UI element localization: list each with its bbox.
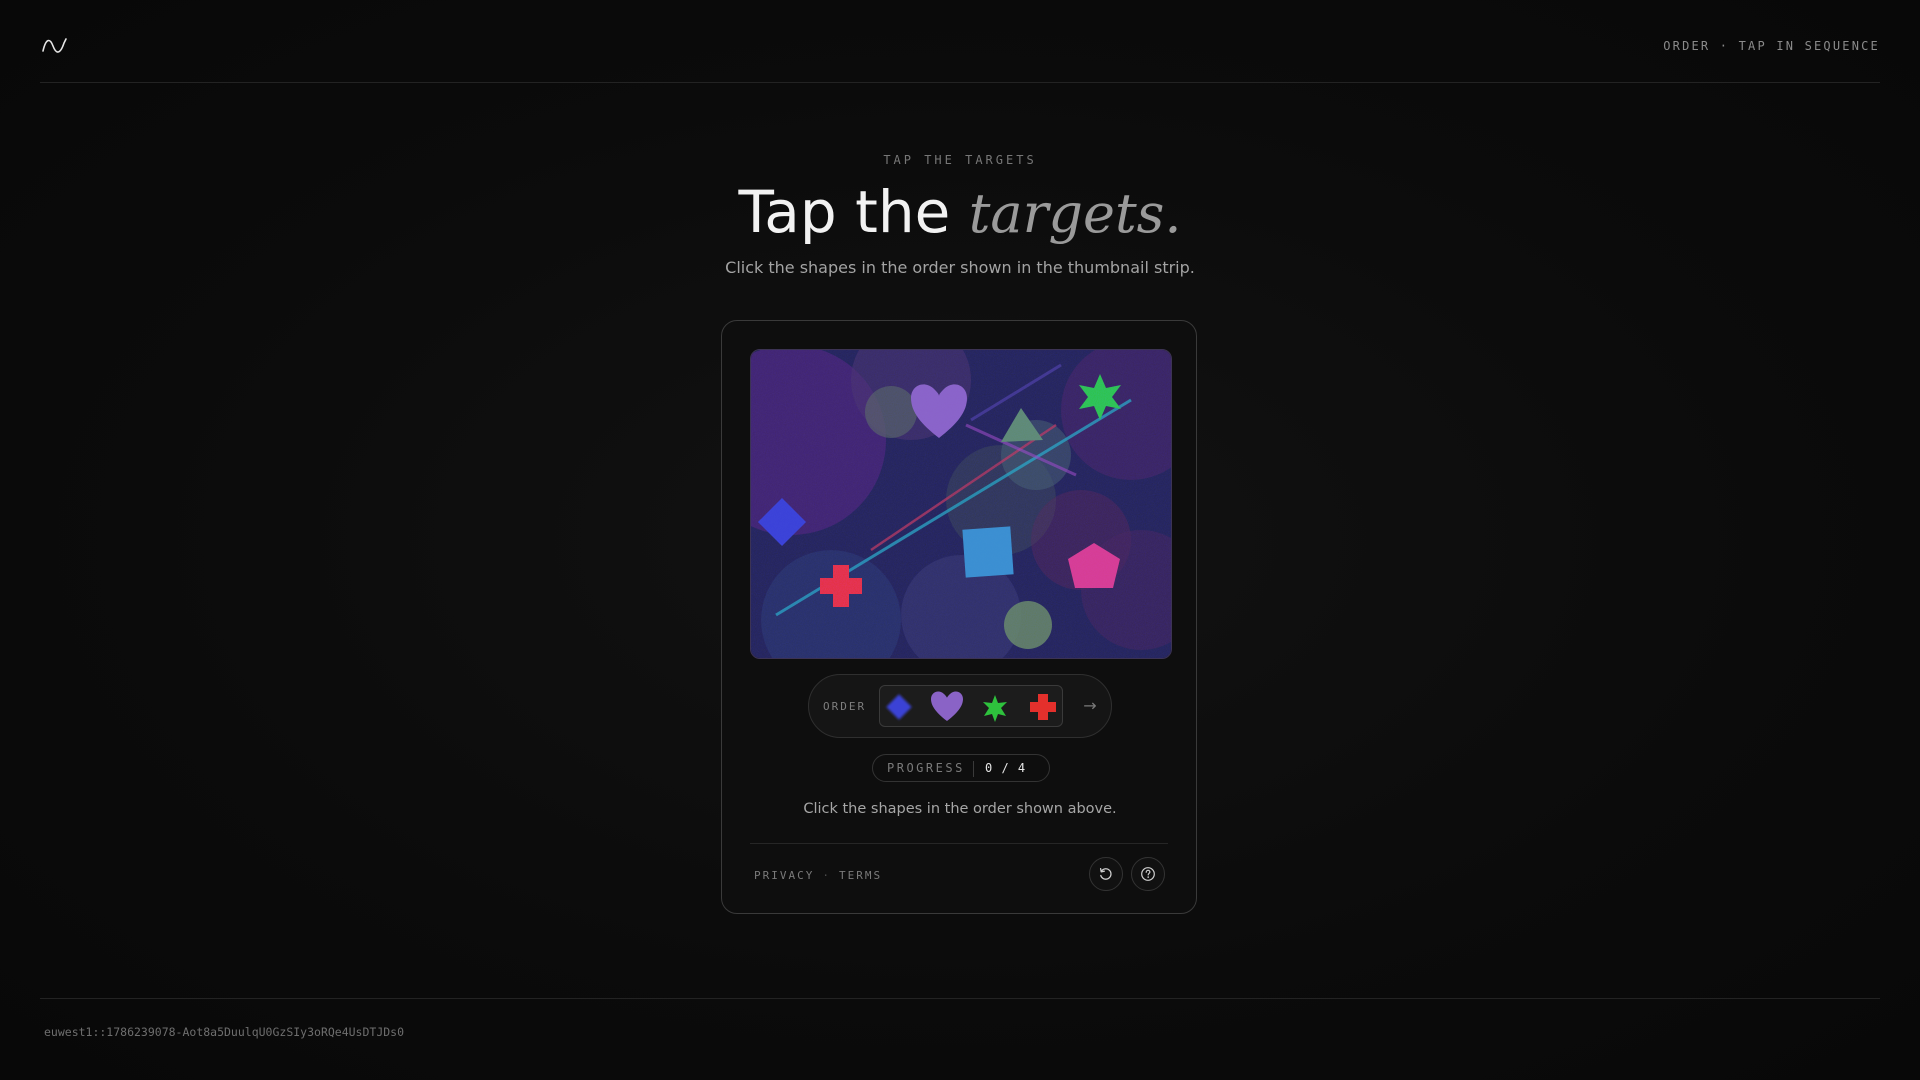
refresh-icon — [1099, 867, 1112, 880]
progress-label: PROGRESS — [887, 761, 965, 775]
mode-label: ORDER · TAP IN SEQUENCE — [1663, 39, 1880, 53]
page-title: Tap the targets. — [0, 176, 1920, 250]
refresh-button[interactable] — [1089, 857, 1123, 891]
footer-links: PRIVACY · TERMS — [754, 869, 882, 882]
order-label: ORDER — [823, 700, 867, 713]
thumbnail-strip — [879, 685, 1063, 727]
help-button[interactable] — [1131, 857, 1165, 891]
title-emphasis: targets. — [968, 182, 1182, 245]
page-subtitle: Click the shapes in the order shown in t… — [725, 258, 1195, 277]
order-bar: ORDER → — [808, 674, 1112, 738]
challenge-card: ORDER → PROGRESS 0 / 4 Click the shapes … — [721, 320, 1197, 914]
link-separator: · — [822, 869, 831, 882]
wave-logo-icon — [42, 38, 67, 53]
session-id: euwest1::1786239078-Aot8a5DuulqU0GzSIy3o… — [44, 1025, 405, 1039]
shape-scene[interactable] — [751, 350, 1171, 658]
target-cyan-square[interactable] — [962, 526, 1014, 578]
progress-indicator: PROGRESS 0 / 4 — [872, 754, 1050, 782]
eyebrow-label: TAP THE TARGETS — [883, 153, 1037, 167]
terms-link[interactable]: TERMS — [839, 869, 882, 882]
help-icon — [1141, 867, 1155, 881]
challenge-canvas[interactable] — [750, 349, 1172, 659]
thumb-red-cross-icon — [1030, 694, 1056, 720]
title-plain: Tap the — [738, 178, 969, 246]
progress-separator — [973, 761, 974, 777]
card-divider — [750, 843, 1168, 844]
thumb-blue-diamond-icon — [886, 694, 912, 720]
instruction-text: Click the shapes in the order shown abov… — [803, 801, 1117, 817]
footer-divider — [40, 998, 1880, 999]
progress-value: 0 / 4 — [985, 761, 1027, 775]
top-bar: ORDER · TAP IN SEQUENCE — [40, 0, 1880, 83]
privacy-link[interactable]: PRIVACY — [754, 869, 814, 882]
thumb-green-star-icon — [983, 695, 1007, 722]
thumb-purple-heart-icon — [931, 691, 963, 721]
next-arrow-button[interactable]: → — [1077, 693, 1103, 719]
target-green-circle[interactable] — [1004, 601, 1052, 649]
background-blob — [865, 386, 917, 438]
